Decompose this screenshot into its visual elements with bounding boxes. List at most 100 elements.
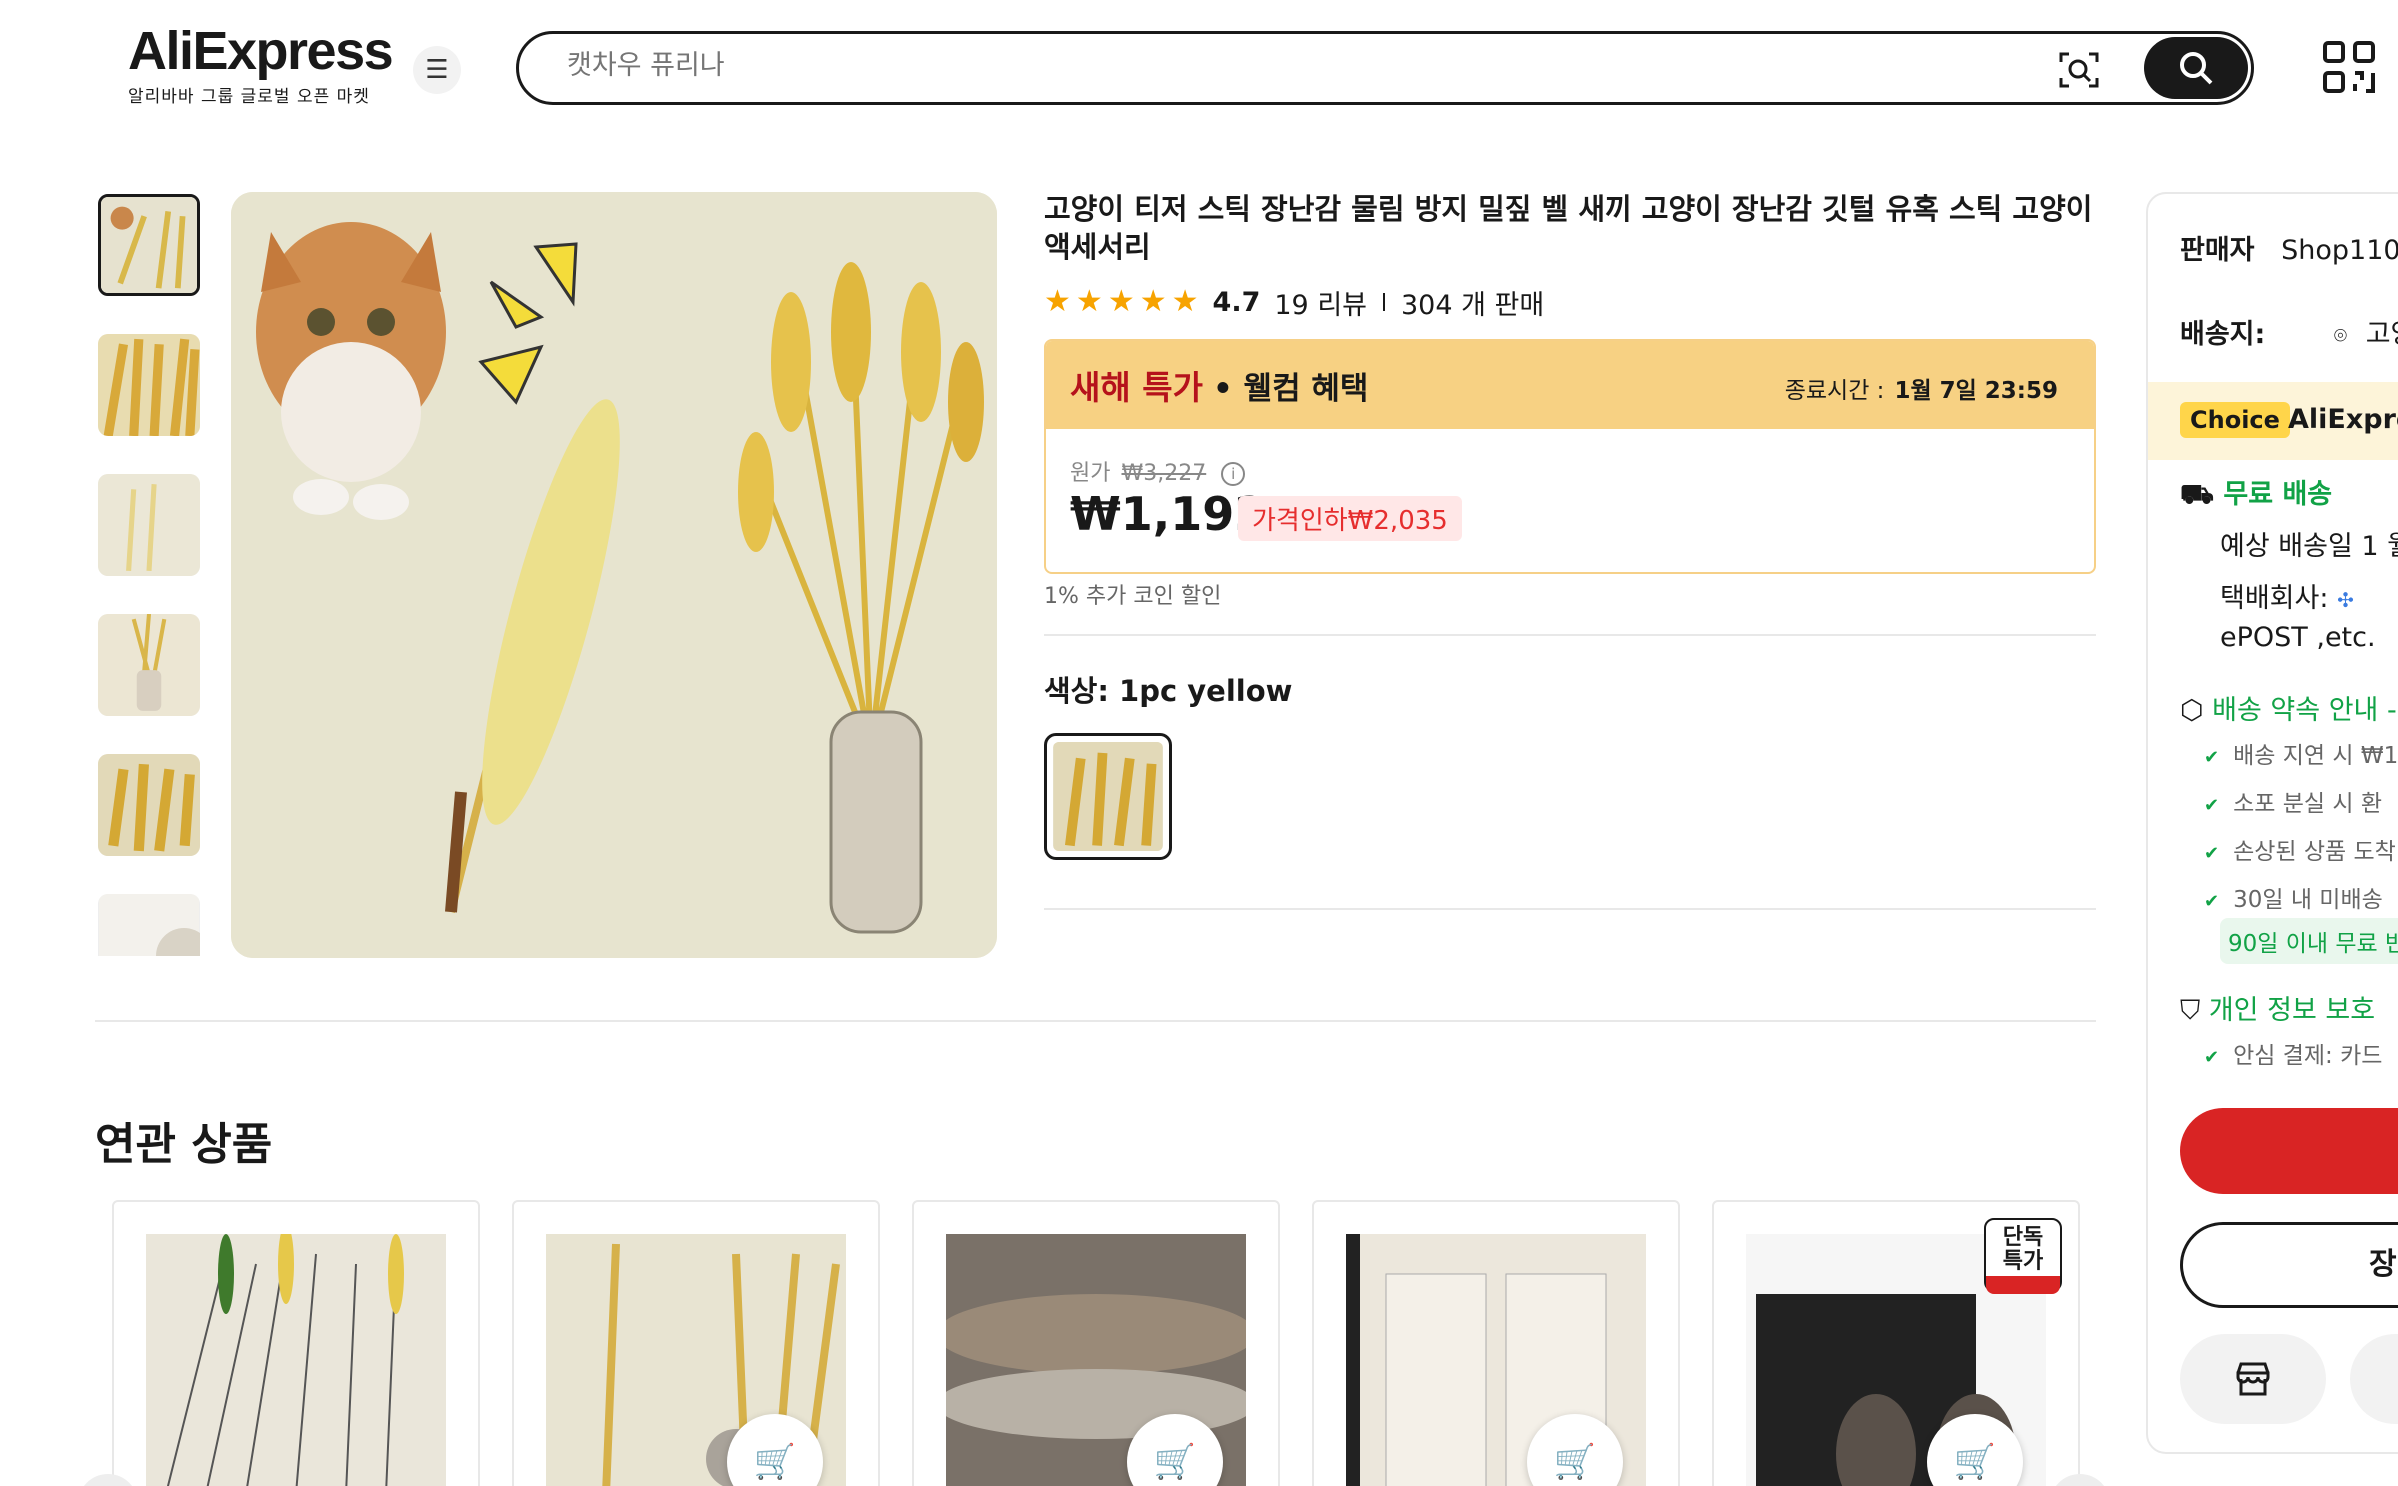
store-icon: [2236, 1362, 2270, 1396]
check-icon: ✔: [2204, 891, 2220, 912]
purchase-panel: 판매자 Shop1102 배송지: ⌾ 고양 Choice AliExpre ⛟…: [2146, 192, 2398, 1454]
location-pin-icon: ⌾: [2333, 324, 2348, 349]
seller-row[interactable]: 판매자 Shop1102: [2180, 228, 2398, 267]
choice-bar: Choice AliExpre: [2148, 382, 2398, 460]
product-title: 고양이 티저 스틱 장난감 물림 방지 밀짚 벨 새끼 고양이 장난감 깃털 유…: [1044, 192, 2093, 264]
deal-timer: 종료시간 : 1월 7일 23:59: [1785, 371, 2058, 405]
gallery-thumbnail[interactable]: [98, 614, 200, 716]
search-button[interactable]: [2144, 37, 2248, 99]
add-to-cart-button[interactable]: 장: [2180, 1222, 2398, 1308]
deal-title: 새해 특가: [1070, 368, 1203, 407]
sold-count: 304 개 판매: [1401, 289, 1545, 321]
check-icon: ✔: [2204, 1047, 2220, 1068]
original-price: ₩3,227: [1121, 461, 1207, 486]
deal-end-label: 종료시간 :: [1784, 378, 1885, 404]
original-price-row: 원가 ₩3,227 i: [1070, 455, 1246, 487]
deal-welcome: • 웰컴 혜택: [1212, 370, 1369, 407]
product-image: [146, 1234, 446, 1486]
qr-code-icon[interactable]: [2322, 40, 2376, 94]
star-icon: ★: [1044, 284, 1071, 319]
free-shipping-label: 무료 배송: [2223, 479, 2333, 510]
related-products-title: 연관 상품: [95, 1119, 273, 1170]
store-button[interactable]: [2180, 1334, 2326, 1424]
courier-logo-icon: ✣: [2337, 588, 2354, 612]
seller-name[interactable]: Shop1102: [2281, 235, 2398, 266]
related-product-card[interactable]: 🛒: [1312, 1200, 1680, 1486]
cart-plus-icon: 🛒: [1953, 1442, 1997, 1482]
choice-badge: Choice: [2180, 402, 2290, 438]
hamburger-icon: ☰: [425, 55, 449, 85]
promise-item: ✔ 손상된 상품 도착: [2204, 839, 2396, 865]
current-price: ₩1,192: [1070, 487, 1267, 541]
cart-plus-icon: 🛒: [1153, 1442, 1197, 1482]
gallery-thumbnail[interactable]: [98, 754, 200, 856]
deal-header: 새해 특가 • 웰컴 혜택 종료시간 : 1월 7일 23:59: [1046, 341, 2094, 429]
discount-badge: 가격인하₩2,035: [1238, 496, 1462, 541]
related-product-card[interactable]: 🛒: [512, 1200, 880, 1486]
related-product-card[interactable]: 단독 특가 🛒: [1712, 1200, 2080, 1486]
image-search-icon[interactable]: [2057, 48, 2101, 92]
delivery-promise-row[interactable]: ⬡ 배송 약속 안내 -: [2180, 688, 2397, 727]
logo-text: AliExpress: [128, 21, 394, 81]
ship-to-value[interactable]: 고양: [2366, 319, 2398, 350]
buy-now-button[interactable]: [2180, 1108, 2398, 1194]
star-icon: ★: [1107, 284, 1135, 319]
rating-row[interactable]: ★ ★ ★ ★ ★ 4.7 19 리뷰 304 개 판매: [1044, 283, 1545, 322]
main-product-image[interactable]: [231, 192, 997, 958]
shield-icon: ⛉: [2180, 995, 2201, 1026]
original-price-label: 원가: [1070, 461, 1111, 486]
deal-box: 새해 특가 • 웰컴 혜택 종료시간 : 1월 7일 23:59 원가 ₩3,22…: [1044, 339, 2096, 574]
cart-plus-icon: 🛒: [753, 1442, 797, 1482]
cube-icon: ⬡: [2180, 695, 2204, 726]
search-bar: [516, 31, 2254, 105]
delivery-promise-label: 배송 약속 안내 -: [2212, 695, 2397, 726]
truck-icon: ⛟: [2180, 479, 2214, 510]
courier-row: 택배회사: ✣: [2220, 576, 2354, 615]
divider: [1044, 908, 2096, 910]
check-icon: ✔: [2204, 747, 2220, 768]
star-icon: ★: [1171, 284, 1199, 319]
share-button[interactable]: [2350, 1334, 2398, 1424]
review-count[interactable]: 19 리뷰: [1274, 283, 1367, 322]
menu-button[interactable]: ☰: [413, 46, 461, 94]
search-icon: [2180, 52, 2213, 85]
star-icon: ★: [1075, 284, 1103, 319]
star-icon: ★: [1139, 284, 1167, 319]
check-icon: ✔: [2204, 843, 2220, 864]
free-shipping-row: ⛟ 무료 배송: [2180, 472, 2332, 514]
gallery-thumbnail[interactable]: [98, 194, 200, 296]
gallery-thumbnail[interactable]: [98, 894, 200, 956]
promise-item: ✔ 배송 지연 시 ₩1: [2204, 743, 2398, 769]
gallery-thumbnail[interactable]: [98, 474, 200, 576]
estimated-delivery: 예상 배송일 1 월: [2220, 531, 2398, 562]
exclusive-deal-badge: 단독 특가: [1984, 1218, 2062, 1294]
related-product-card[interactable]: [112, 1200, 480, 1486]
promise-item: ✔ 소포 분실 시 환: [2204, 791, 2382, 817]
logo-subtitle: 알리바바 그룹 글로벌 오픈 마켓: [128, 87, 370, 107]
color-option-yellow[interactable]: [1044, 733, 1172, 860]
choice-text: AliExpre: [2288, 404, 2398, 435]
color-label: 색상: 1pc yellow: [1044, 674, 1293, 708]
section-divider: [95, 1020, 2096, 1022]
deal-end-time: 1월 7일 23:59: [1894, 378, 2058, 404]
rating-stars: ★ ★ ★ ★ ★: [1044, 287, 1199, 317]
search-input[interactable]: [567, 50, 1967, 81]
privacy-row[interactable]: ⛉ 개인 정보 보호: [2180, 988, 2375, 1027]
ship-to-row[interactable]: 배송지: ⌾ 고양: [2180, 312, 2398, 351]
seller-label: 판매자: [2180, 235, 2255, 266]
gallery-thumbnail[interactable]: [98, 334, 200, 436]
privacy-item: ✔ 안심 결제: 카드: [2204, 1043, 2383, 1069]
separator: [1383, 293, 1385, 311]
privacy-label: 개인 정보 보호: [2208, 995, 2376, 1026]
divider: [1044, 634, 2096, 636]
rating-value: 4.7: [1212, 286, 1261, 318]
free-return-pill: 90일 이내 무료 반: [2220, 918, 2398, 964]
courier-label: 택배회사:: [2220, 583, 2329, 614]
related-product-card[interactable]: 🛒: [912, 1200, 1280, 1486]
ship-to-label: 배송지:: [2180, 319, 2266, 350]
aliexpress-logo[interactable]: AliExpress 알리바바 그룹 글로벌 오픈 마켓: [128, 22, 394, 107]
check-icon: ✔: [2204, 795, 2220, 816]
info-icon[interactable]: i: [1221, 462, 1246, 486]
cart-plus-icon: 🛒: [1553, 1442, 1597, 1482]
courier-tail: ePOST ,etc.: [2220, 622, 2376, 653]
